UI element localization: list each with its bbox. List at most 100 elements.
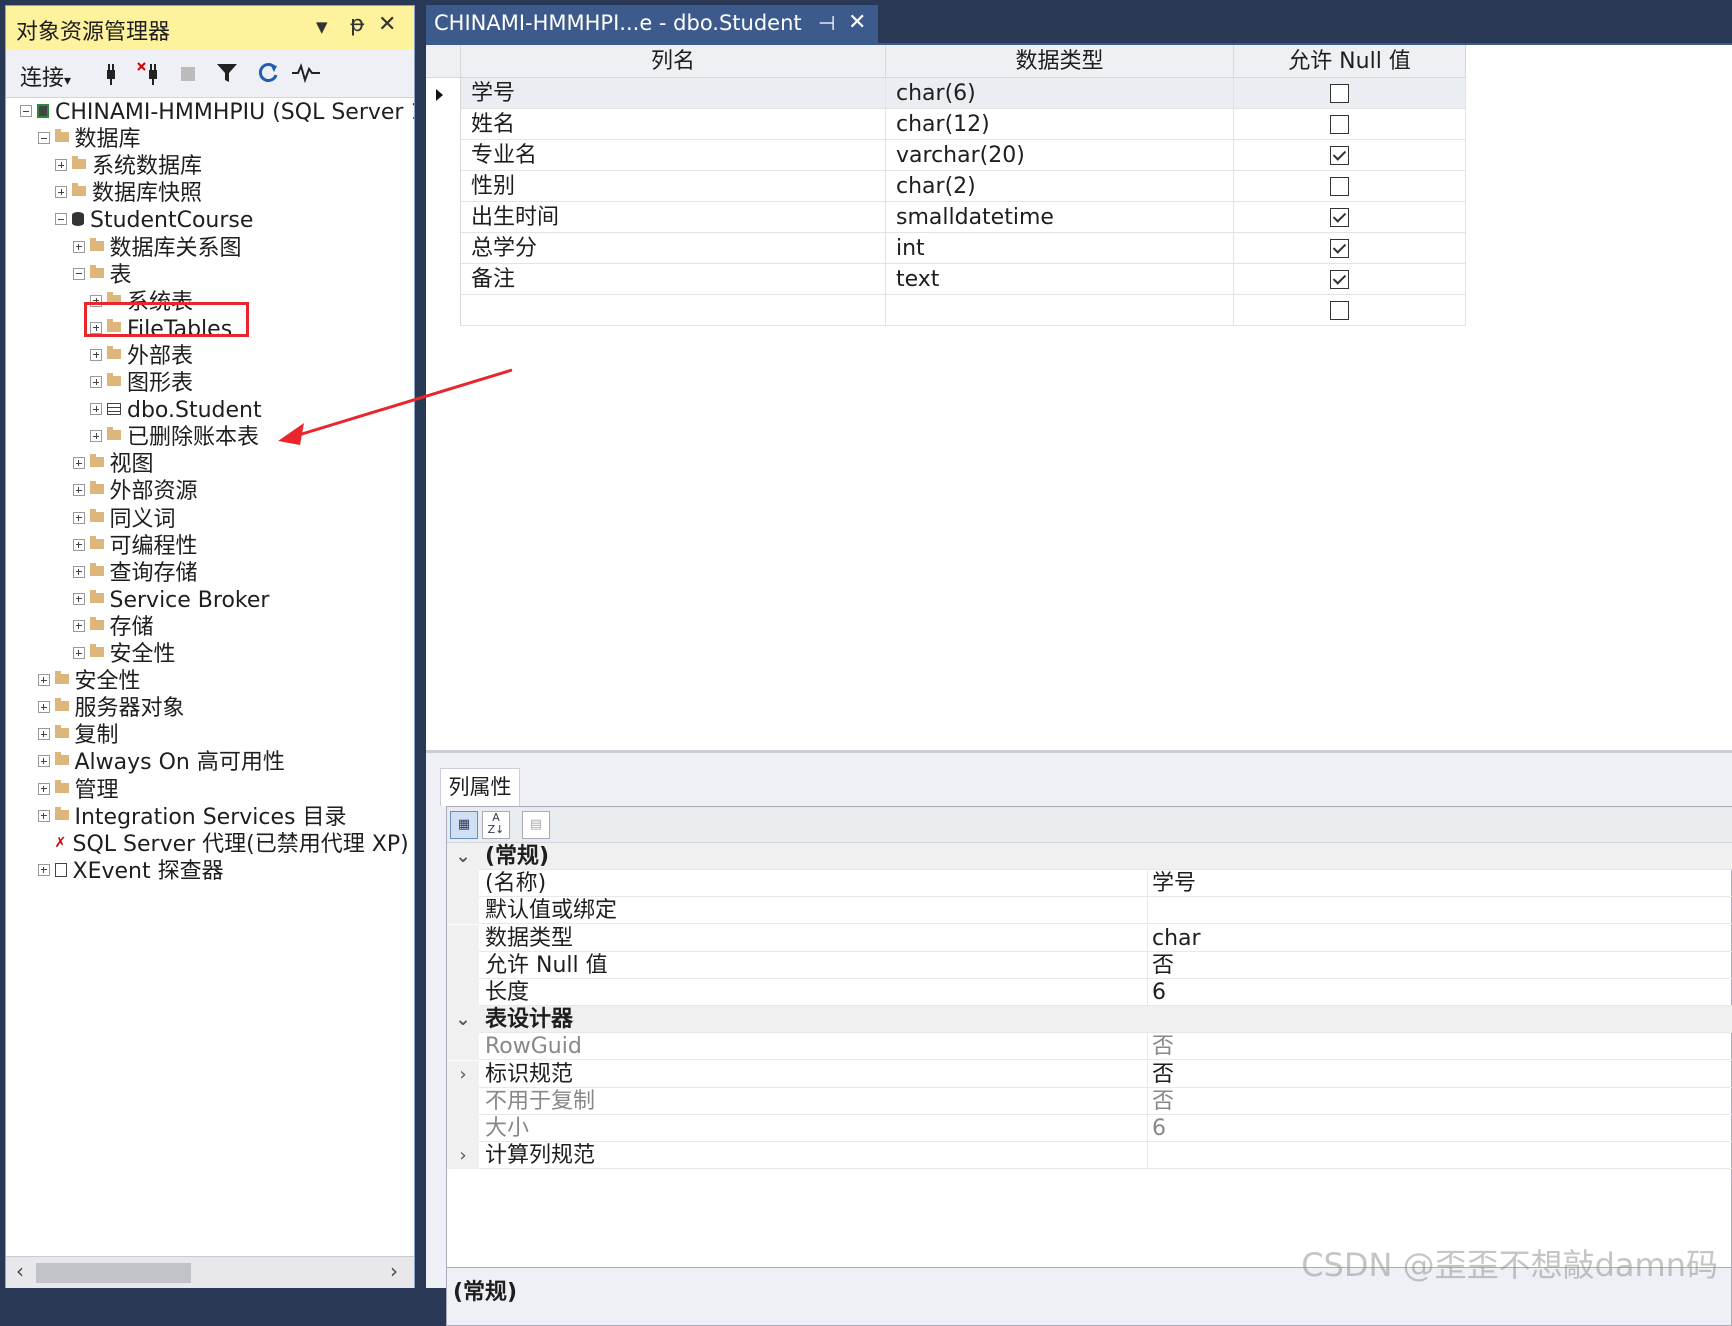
collapse-icon[interactable]	[55, 213, 67, 226]
pin-icon[interactable]: ᵽ	[350, 12, 365, 37]
expand-icon[interactable]	[37, 782, 50, 795]
window-position-dropdown-icon[interactable]: ▼	[316, 18, 328, 36]
tree-node[interactable]: 外部表	[90, 342, 193, 372]
row-selector[interactable]	[426, 171, 461, 202]
property-row[interactable]: 数据类型 char	[447, 924, 1732, 952]
expand-icon[interactable]	[72, 619, 85, 632]
stop-icon[interactable]	[180, 66, 196, 82]
allow-null-checkbox[interactable]	[1330, 301, 1349, 320]
expand-icon[interactable]	[90, 403, 102, 416]
expand-icon[interactable]	[37, 809, 50, 822]
row-selector[interactable]	[426, 140, 461, 171]
tree-node[interactable]: 图形表	[90, 369, 193, 399]
property-row[interactable]: RowGuid 否	[447, 1033, 1732, 1061]
collapse-icon[interactable]	[37, 132, 50, 145]
tree-node[interactable]: 视图	[72, 450, 154, 480]
column-name-cell[interactable]: 姓名	[461, 109, 886, 140]
expand-icon[interactable]	[37, 701, 50, 714]
document-tab[interactable]: CHINAMI-HMMHPI...e - dbo.Student ⊣ ✕	[426, 5, 878, 43]
row-selector[interactable]	[426, 264, 461, 295]
allow-null-checkbox[interactable]	[1330, 270, 1349, 289]
property-value[interactable]: 否	[1147, 1060, 1732, 1088]
tree-node[interactable]: dbo.Student	[90, 396, 262, 426]
table-row[interactable]: 姓名 char(12)	[426, 109, 1466, 140]
collapse-chevron-icon[interactable]: ⌄	[447, 843, 479, 870]
connect-button[interactable]: 连接▾	[20, 60, 71, 92]
table-row[interactable]: 专业名 varchar(20)	[426, 140, 1466, 171]
expand-icon[interactable]	[72, 647, 85, 659]
table-row[interactable]: 出生时间 smalldatetime	[426, 202, 1466, 233]
tree-node[interactable]: 外部资源	[72, 477, 198, 507]
expand-chevron-icon[interactable]: ›	[447, 1142, 479, 1170]
expand-icon[interactable]	[37, 674, 50, 687]
expand-icon[interactable]	[37, 755, 50, 768]
tree-node[interactable]: Always On 高可用性	[37, 748, 285, 778]
tree-node[interactable]: 数据库快照	[55, 179, 202, 209]
row-selector[interactable]	[426, 233, 461, 264]
allow-null-checkbox[interactable]	[1330, 84, 1349, 103]
allow-null-checkbox[interactable]	[1330, 115, 1349, 134]
tree-node[interactable]: 数据库	[37, 125, 141, 155]
expand-icon[interactable]	[72, 592, 85, 605]
row-selector[interactable]	[426, 295, 461, 326]
column-name-cell[interactable]: 出生时间	[461, 202, 886, 233]
tree-node[interactable]: Integration Services 目录	[37, 803, 346, 833]
activity-monitor-icon[interactable]	[292, 63, 320, 83]
tree-node[interactable]: 同义词	[72, 505, 176, 535]
property-row[interactable]: 允许 Null 值 否	[447, 951, 1732, 979]
table-row[interactable]: 性别 char(2)	[426, 171, 1466, 202]
data-type-cell[interactable]: smalldatetime	[886, 202, 1234, 233]
property-value[interactable]: 学号	[1147, 870, 1732, 898]
data-type-cell[interactable]: char(2)	[886, 171, 1234, 202]
expand-icon[interactable]	[90, 430, 102, 443]
filter-icon[interactable]	[216, 62, 238, 84]
expand-icon[interactable]	[55, 159, 67, 172]
expand-icon[interactable]	[90, 376, 102, 388]
disconnect-icon[interactable]	[136, 60, 162, 86]
expand-icon[interactable]	[72, 538, 85, 551]
property-value[interactable]: 6	[1147, 979, 1732, 1006]
table-row[interactable]: 学号 char(6)	[426, 78, 1466, 109]
tree-node[interactable]: 系统数据库	[55, 152, 202, 182]
data-type-cell[interactable]	[886, 295, 1234, 326]
expand-icon[interactable]	[55, 186, 67, 199]
allow-null-checkbox[interactable]	[1330, 239, 1349, 258]
scroll-right-icon[interactable]: ›	[390, 1259, 398, 1283]
property-category[interactable]: ⌄ 表设计器	[447, 1006, 1732, 1034]
expand-icon[interactable]	[37, 728, 50, 741]
expand-icon[interactable]	[37, 863, 50, 876]
property-category[interactable]: ⌄ (常规)	[447, 843, 1732, 870]
tree-node[interactable]: 管理	[37, 776, 119, 806]
tree-node[interactable]: 安全性	[72, 640, 176, 670]
tree-node[interactable]: CHINAMI-HMMHPIU (SQL Server 16	[20, 98, 414, 128]
table-row[interactable]	[426, 295, 1466, 326]
collapse-icon[interactable]	[20, 105, 32, 117]
property-value[interactable]	[1147, 897, 1732, 925]
alphabetical-sort-icon[interactable]: A Z↓	[482, 811, 510, 839]
allow-null-checkbox[interactable]	[1330, 177, 1349, 196]
column-name-cell[interactable]: 专业名	[461, 140, 886, 171]
tree-node[interactable]: ✗ SQL Server 代理(已禁用代理 XP)	[38, 830, 409, 860]
connect-dropdown-icon[interactable]: ▾	[64, 73, 71, 89]
column-name-cell[interactable]	[461, 295, 886, 326]
tree-node[interactable]: 安全性	[37, 667, 141, 697]
data-type-cell[interactable]: char(12)	[886, 109, 1234, 140]
property-row[interactable]: 默认值或绑定	[447, 897, 1732, 925]
tree-node[interactable]: StudentCourse	[55, 206, 253, 236]
expand-icon[interactable]	[72, 457, 85, 470]
row-selector[interactable]	[426, 109, 461, 140]
connect-plug-icon[interactable]	[102, 62, 120, 86]
expand-chevron-icon[interactable]: ›	[447, 1060, 479, 1088]
tree-node[interactable]: 复制	[37, 721, 119, 751]
row-selector[interactable]	[426, 202, 461, 233]
tree-node[interactable]: 存储	[72, 613, 154, 643]
expand-icon[interactable]	[72, 240, 85, 253]
column-name-cell[interactable]: 性别	[461, 171, 886, 202]
property-value[interactable]: char	[1147, 924, 1732, 952]
property-row[interactable]: 大小 6	[447, 1115, 1732, 1142]
tree-node[interactable]: 表	[72, 261, 132, 291]
allow-null-checkbox[interactable]	[1330, 146, 1349, 165]
tree-node[interactable]: 查询存储	[72, 559, 198, 589]
collapse-icon[interactable]	[72, 267, 85, 280]
tree-node[interactable]: 数据库关系图	[72, 234, 242, 264]
